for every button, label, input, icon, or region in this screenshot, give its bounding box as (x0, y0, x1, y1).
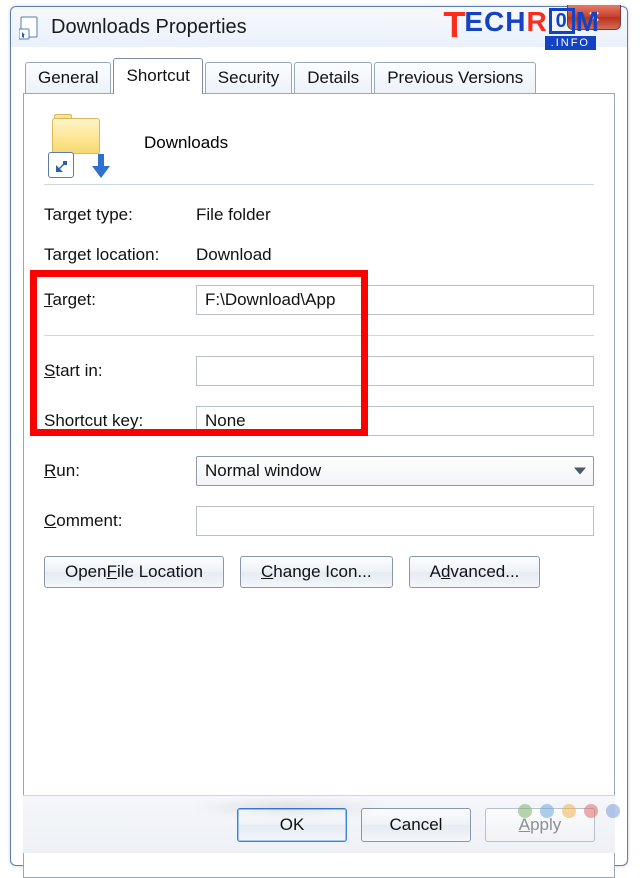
target-type-label: Target type: (44, 205, 196, 225)
target-row: Target: (44, 285, 594, 315)
target-type-row: Target type: File folder (44, 205, 594, 225)
shortcut-key-row: Shortcut key: (44, 406, 594, 436)
ok-button[interactable]: OK (237, 808, 347, 842)
start-in-label: Start in: (44, 361, 196, 381)
client-area: General Shortcut Security Details Previo… (23, 57, 615, 853)
ok-label: OK (280, 815, 305, 835)
run-select-value: Normal window (205, 461, 321, 481)
tab-label: Details (307, 68, 359, 87)
tab-label: General (38, 68, 98, 87)
tab-shortcut[interactable]: Shortcut (113, 58, 202, 94)
comment-label: Comment: (44, 511, 196, 531)
run-select[interactable]: Normal window (196, 456, 594, 486)
apply-button[interactable]: Apply (485, 808, 595, 842)
cancel-label: Cancel (390, 815, 443, 835)
target-location-value: Download (196, 245, 272, 265)
dialog-footer: OK Cancel Apply (23, 795, 615, 853)
run-label: Run: (44, 461, 196, 481)
shortcut-name: Downloads (144, 133, 228, 153)
tab-security[interactable]: Security (205, 62, 292, 94)
watermark-info: .INFO (545, 36, 596, 50)
comment-row: Comment: (44, 506, 594, 536)
tab-strip: General Shortcut Security Details Previo… (23, 57, 615, 93)
action-button-row: Open File Location Change Icon... Advanc… (44, 556, 594, 588)
change-icon-button[interactable]: Change Icon... (240, 556, 393, 588)
shortcut-panel: Downloads Target type: File folder Targe… (23, 93, 615, 878)
target-location-label: Target location: (44, 245, 196, 265)
advanced-button[interactable]: Advanced... (409, 556, 541, 588)
properties-window: Downloads Properties ✕ General Shortcut … (10, 6, 628, 866)
cancel-button[interactable]: Cancel (361, 808, 471, 842)
chevron-down-icon (574, 468, 586, 475)
target-label: Target: (44, 290, 196, 310)
shortcut-key-input[interactable] (196, 406, 594, 436)
run-row: Run: Normal window (44, 456, 594, 486)
tab-label: Previous Versions (387, 68, 523, 87)
divider (44, 184, 594, 185)
tab-details[interactable]: Details (294, 62, 372, 94)
comment-input[interactable] (196, 506, 594, 536)
target-input[interactable] (196, 285, 594, 315)
shortcut-header: Downloads (50, 114, 594, 172)
tab-previous-versions[interactable]: Previous Versions (374, 62, 536, 94)
start-in-input[interactable] (196, 356, 594, 386)
folder-shortcut-icon (50, 114, 108, 172)
tab-label: Shortcut (126, 66, 189, 85)
tab-general[interactable]: General (25, 62, 111, 94)
start-in-row: Start in: (44, 356, 594, 386)
divider (44, 335, 594, 336)
target-location-row: Target location: Download (44, 245, 594, 265)
window-icon (19, 13, 43, 41)
tab-label: Security (218, 68, 279, 87)
target-type-value: File folder (196, 205, 271, 225)
open-file-location-button[interactable]: Open File Location (44, 556, 224, 588)
window-title: Downloads Properties (51, 16, 247, 39)
shortcut-key-label: Shortcut key: (44, 411, 196, 431)
